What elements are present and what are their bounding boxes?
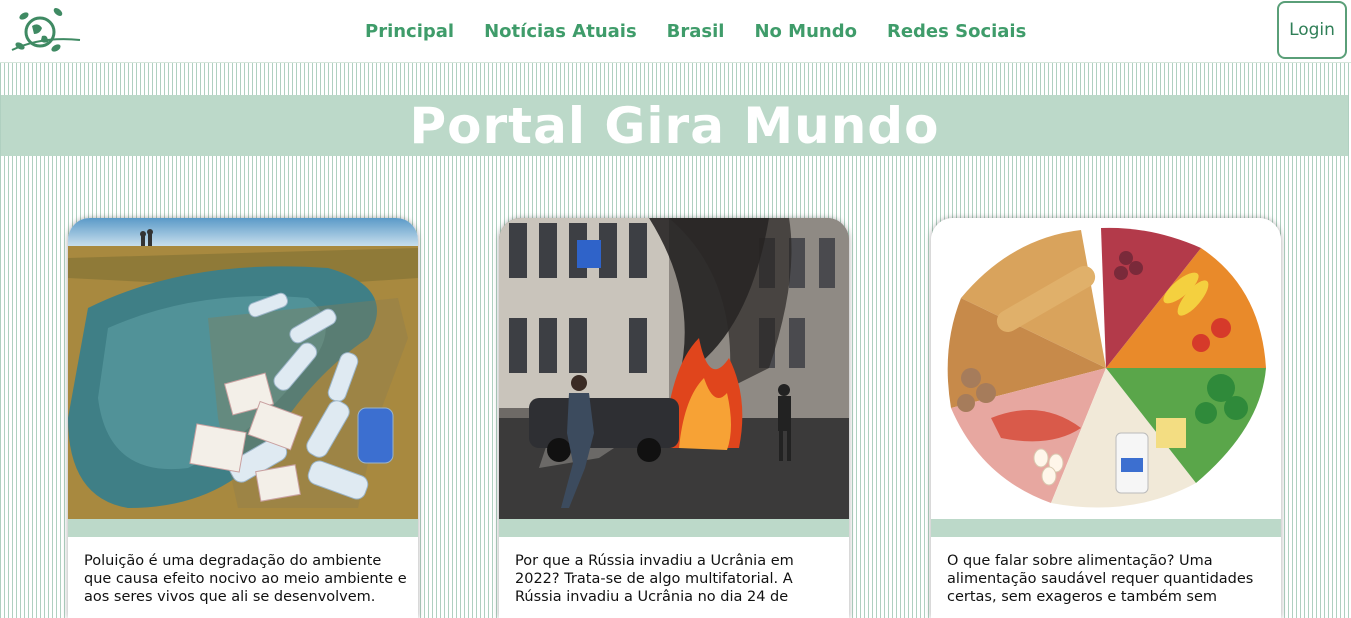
nav-link-principal[interactable]: Principal bbox=[365, 21, 454, 42]
ukraine-image[interactable] bbox=[499, 218, 849, 519]
nav-link-brasil[interactable]: Brasil bbox=[667, 21, 725, 42]
card-summary: Por que a Rússia invadiu a Ucrânia em 20… bbox=[515, 553, 794, 605]
card-divider bbox=[931, 519, 1281, 537]
navbar: Principal Notícias Atuais Brasil No Mund… bbox=[0, 0, 1351, 63]
card-summary: Poluição é uma degradação do ambiente qu… bbox=[84, 553, 407, 605]
card-summary: O que falar sobre alimentação? Uma alime… bbox=[947, 553, 1254, 605]
news-card-ukraine[interactable]: Por que a Rússia invadiu a Ucrânia em 20… bbox=[499, 218, 849, 618]
globe-leaf-logo[interactable] bbox=[10, 2, 82, 60]
card-divider bbox=[499, 519, 849, 537]
page-title: Portal Gira Mundo bbox=[409, 96, 940, 155]
pollution-image[interactable] bbox=[68, 218, 418, 519]
login-button[interactable]: Login bbox=[1277, 1, 1347, 59]
nav-link-no-mundo[interactable]: No Mundo bbox=[754, 21, 857, 42]
food-image[interactable] bbox=[931, 218, 1281, 519]
nav-link-redes-sociais[interactable]: Redes Sociais bbox=[887, 21, 1026, 42]
news-card-food[interactable]: O que falar sobre alimentação? Uma alime… bbox=[931, 218, 1281, 618]
news-card-pollution[interactable]: Poluição é uma degradação do ambiente qu… bbox=[68, 218, 418, 618]
nav-link-noticias-atuais[interactable]: Notícias Atuais bbox=[484, 21, 637, 42]
main-nav: Principal Notícias Atuais Brasil No Mund… bbox=[350, 0, 1041, 62]
card-divider bbox=[68, 519, 418, 537]
banner: Portal Gira Mundo bbox=[1, 95, 1348, 156]
